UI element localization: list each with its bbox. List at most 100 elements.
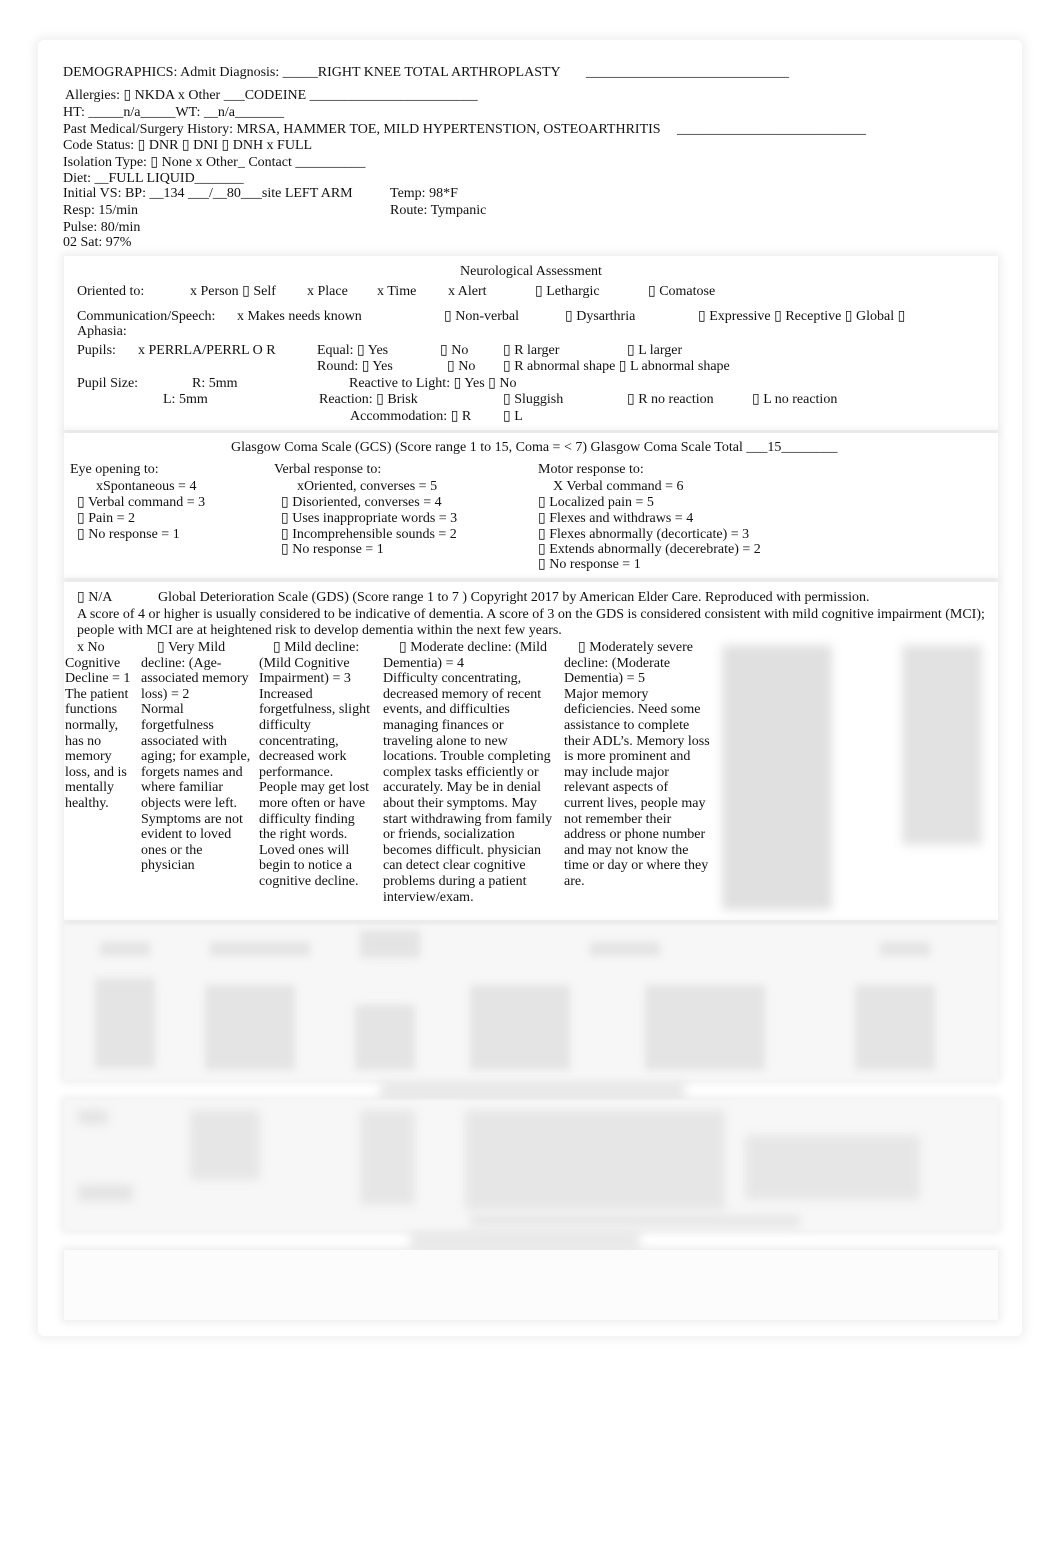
gds-description: people with MCI are at heightened risk t… <box>77 623 562 638</box>
obscured-cell <box>210 942 310 956</box>
comm-makes-needs-known: x Makes needs known <box>237 309 362 324</box>
pupils-l-larger: ▯ L larger <box>627 343 683 358</box>
gds-stage-4: ▯ Moderate decline: (Mild Dementia) = 4 … <box>383 640 555 905</box>
obscured-cell <box>645 985 765 1070</box>
communication-label: Communication/Speech: <box>77 309 216 324</box>
reaction-l-none: ▯ L no reaction <box>752 392 838 407</box>
obscured-cell <box>590 942 660 956</box>
gds-stage-1: x No Cognitive Decline = 1 The patient f… <box>65 640 133 812</box>
comm-non-verbal: ▯ Non-verbal <box>444 309 519 324</box>
gcs-title: Glasgow Coma Scale (GCS) (Score range 1 … <box>231 440 838 455</box>
obscured-cell <box>855 985 935 1070</box>
gcs-motor-item: ▯ Flexes abnormally (decorticate) = 3 <box>538 527 750 542</box>
temperature: Temp: 98*F <box>390 186 458 201</box>
oriented-time: x Time <box>377 284 417 299</box>
neuro-title: Neurological Assessment <box>460 264 602 279</box>
gcs-verbal-item: ▯ No response = 1 <box>281 542 384 557</box>
pupils-equal-yes: Equal: ▯ Yes <box>317 343 389 358</box>
obscured-cell <box>465 1110 725 1210</box>
code-status: Code Status: ▯ DNR ▯ DNI ▯ DNH x FULL <box>63 138 313 153</box>
gds-stage-head: ▯ Moderate decline: (Mild Dementia) = 4 <box>383 640 548 671</box>
medical-history-blank: ___________________________ <box>677 122 866 137</box>
pupils-r-larger: ▯ R larger <box>503 343 560 358</box>
gcs-verbal-item: ▯ Incomprehensible sounds = 2 <box>281 527 457 542</box>
gcs-verbal-item: xOriented, converses = 5 <box>297 479 438 494</box>
gcs-verbal-label: Verbal response to: <box>274 462 382 477</box>
gcs-motor-item: ▯ Flexes and withdraws = 4 <box>538 511 694 526</box>
allergies: Allergies: ▯ NKDA x Other ___CODEINE ___… <box>65 88 478 103</box>
respirations: Resp: 15/min <box>63 203 139 218</box>
gcs-eye-item: ▯ No response = 1 <box>77 527 180 542</box>
obscured-heading <box>410 1233 640 1247</box>
oriented-label: Oriented to: <box>77 284 145 299</box>
obscured-cell <box>360 930 420 958</box>
obscured-gds-stage-6 <box>722 645 832 910</box>
aphasia-label: Aphasia: <box>77 324 127 339</box>
reaction-brisk: Reaction: ▯ Brisk <box>319 392 418 407</box>
pupils-round-no: ▯ No <box>447 359 476 374</box>
gcs-verbal-item: ▯ Uses inappropriate words = 3 <box>281 511 458 526</box>
obscured-cell <box>78 1110 108 1124</box>
gcs-eye-item: ▯ Verbal command = 3 <box>77 495 206 510</box>
gcs-motor-item: ▯ No response = 1 <box>538 557 641 572</box>
gds-stage-body: Increased forgetfulness, slight difficul… <box>259 686 370 889</box>
gds-description: A score of 4 or higher is usually consid… <box>77 607 985 622</box>
obscured-cell <box>360 1110 415 1205</box>
gds-stage-head: ▯ Mild decline: (Mild Cognitive Impairme… <box>259 640 360 687</box>
isolation-type: Isolation Type: ▯ None x Other_ Contact … <box>63 155 366 170</box>
pupils-round-yes: Round: ▯ Yes <box>317 359 393 374</box>
obscured-cell <box>880 942 930 956</box>
gds-na: ▯ N/A <box>77 590 113 605</box>
oriented-lethargic: ▯ Lethargic <box>535 284 600 299</box>
medical-history: Past Medical/Surgery History: MRSA, HAMM… <box>63 122 661 137</box>
obscured-cell <box>78 1185 133 1201</box>
gcs-eye-label: Eye opening to: <box>70 462 159 477</box>
gds-title: Global Deterioration Scale (GDS) (Score … <box>158 590 870 605</box>
comm-aphasia-types: ▯ Expressive ▯ Receptive ▯ Global ▯ <box>698 309 906 324</box>
obscured-empty-area <box>64 1250 998 1320</box>
temp-route: Route: Tympanic <box>390 203 487 218</box>
pupils-abnormal-shape: ▯ R abnormal shape ▯ L abnormal shape <box>503 359 730 374</box>
obscured-cell <box>470 1215 800 1227</box>
gcs-eye-item: ▯ Pain = 2 <box>77 511 135 526</box>
admit-diagnosis-blank: _____________________________ <box>586 65 789 80</box>
obscured-cell <box>205 985 295 1070</box>
obscured-gds-stage-7 <box>902 645 982 845</box>
gds-stage-head: x No Cognitive Decline = 1 <box>65 640 131 687</box>
gds-stage-body: Major memory deficiencies. Need some ass… <box>564 686 710 889</box>
o2-saturation: 02 Sat: 97% <box>63 235 132 250</box>
gds-stage-body: The patient functions normally, has no m… <box>65 686 129 811</box>
accommodation-l: ▯ L <box>503 409 523 424</box>
initial-vitals-bp: Initial VS: BP: __134 ___/__80___site LE… <box>63 186 353 201</box>
oriented-alert: x Alert <box>448 284 487 299</box>
oriented-place: x Place <box>307 284 348 299</box>
gds-stage-head: ▯ Moderately severe decline: (Moderate D… <box>564 640 693 687</box>
reaction-sluggish: ▯ Sluggish <box>503 392 564 407</box>
gcs-motor-item: X Verbal command = 6 <box>553 479 684 494</box>
pupils-label: Pupils: <box>77 343 116 358</box>
admit-diagnosis: DEMOGRAPHICS: Admit Diagnosis: _____RIGH… <box>63 65 561 80</box>
pupil-size-left: L: 5mm <box>163 392 208 407</box>
pulse: Pulse: 80/min <box>63 220 141 235</box>
gds-stage-3: ▯ Mild decline: (Mild Cognitive Impairme… <box>259 640 373 890</box>
gds-stage-5: ▯ Moderately severe decline: (Moderate D… <box>564 640 710 890</box>
obscured-cell <box>470 985 570 1070</box>
obscured-cell <box>95 978 155 1068</box>
obscured-cell <box>355 1005 415 1070</box>
obscured-heading <box>380 1083 685 1097</box>
pupil-size-label: Pupil Size: <box>77 376 139 391</box>
gcs-motor-label: Motor response to: <box>538 462 644 477</box>
accommodation-r: Accommodation: ▯ R <box>350 409 472 424</box>
pupils-equal-no: ▯ No <box>440 343 469 358</box>
pupil-size-right: R: 5mm <box>192 376 238 391</box>
gcs-motor-item: ▯ Localized pain = 5 <box>538 495 654 510</box>
reactive-to-light: Reactive to Light: ▯ Yes ▯ No <box>349 376 517 391</box>
reaction-r-none: ▯ R no reaction <box>627 392 714 407</box>
obscured-cell <box>190 1110 260 1180</box>
diet: Diet: __FULL LIQUID_______ <box>63 171 244 186</box>
obscured-cell <box>745 1135 920 1200</box>
gds-stage-body: Difficulty concentrating, decreased memo… <box>383 671 553 905</box>
comm-dysarthria: ▯ Dysarthria <box>565 309 636 324</box>
height-weight: HT: _____n/a_____WT: __n/a_______ <box>63 105 285 120</box>
oriented-comatose: ▯ Comatose <box>648 284 716 299</box>
